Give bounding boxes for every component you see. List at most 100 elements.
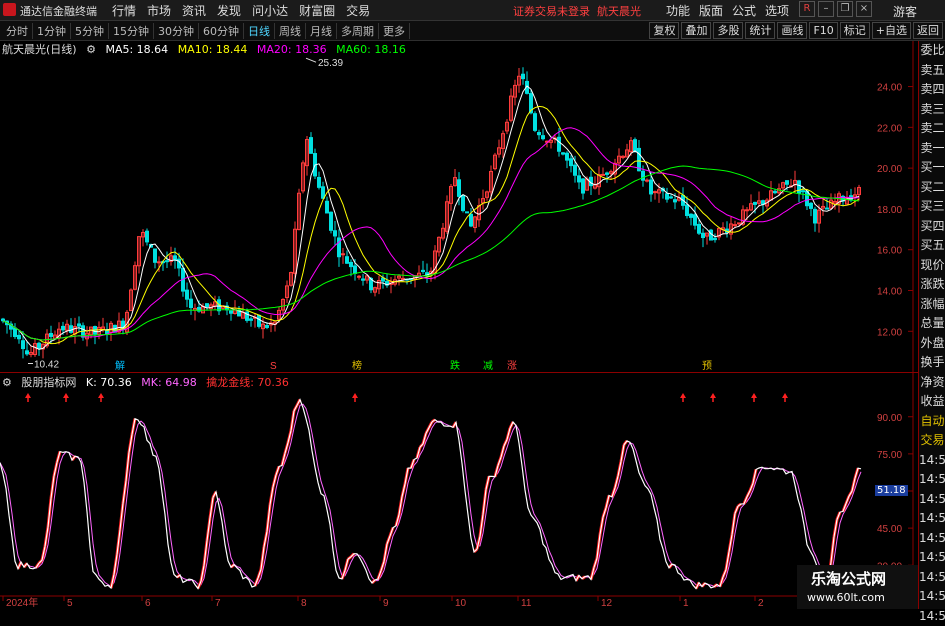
candle [38, 343, 41, 348]
candle [62, 326, 65, 329]
side-panel-item[interactable]: 买五 [919, 236, 945, 256]
side-panel-item[interactable]: 总量 [919, 314, 945, 334]
candle [522, 74, 525, 78]
side-panel-item[interactable]: 自动 [919, 412, 945, 432]
side-panel-item[interactable]: 外盘 [919, 334, 945, 354]
candle [534, 114, 537, 131]
candle [70, 326, 73, 333]
date-axis-label: 9 [383, 598, 389, 609]
side-panel-item[interactable]: 14:5 [919, 490, 945, 510]
candle [326, 201, 329, 213]
side-panel-item[interactable]: 卖四 [919, 80, 945, 100]
side-panel-item[interactable]: 委比 [919, 41, 945, 61]
mk-line [0, 404, 861, 586]
price-axis-label: 16.00 [877, 246, 902, 257]
candle [358, 276, 361, 277]
candle [26, 351, 29, 354]
price-axis-label: 18.00 [877, 205, 902, 216]
date-axis-label: 5 [67, 598, 73, 609]
candle [266, 326, 269, 328]
date-axis-label: 7 [215, 598, 221, 609]
price-axis-label: 14.00 [877, 287, 902, 298]
candle [806, 191, 809, 205]
candle [322, 187, 325, 198]
ma60-line [3, 166, 859, 340]
candle [582, 179, 585, 193]
side-panel-item[interactable]: 14:5 [919, 451, 945, 471]
buy-arrow-head-icon [98, 393, 104, 398]
candle [670, 197, 673, 198]
side-panel-item[interactable]: 卖二 [919, 119, 945, 139]
side-panel-item[interactable]: 买四 [919, 217, 945, 237]
candle [186, 290, 189, 299]
candle [634, 140, 637, 152]
side-panel-item[interactable]: 14:5 [919, 607, 945, 626]
candle [310, 138, 313, 154]
side-panel-item[interactable]: 14:5 [919, 568, 945, 588]
high-price-label: 25.39 [318, 58, 343, 69]
side-panel-item[interactable]: 现价 [919, 256, 945, 276]
event-tag: 解 [115, 359, 125, 372]
candle [654, 192, 657, 193]
side-panel-item[interactable]: 14:5 [919, 529, 945, 549]
side-panel-item[interactable]: 净资 [919, 373, 945, 393]
candle [606, 173, 609, 174]
candle [158, 262, 161, 263]
candle [562, 153, 565, 154]
side-panel-item[interactable]: 交易 [919, 431, 945, 451]
side-panel-item[interactable]: 14:5 [919, 548, 945, 568]
candle [2, 319, 5, 321]
side-panel-item[interactable]: 涨跌 [919, 275, 945, 295]
side-panel-item[interactable]: 卖三 [919, 100, 945, 120]
side-panel-item[interactable]: 14:5 [919, 587, 945, 607]
candle [18, 335, 21, 338]
side-panel-item[interactable]: 收益 [919, 392, 945, 412]
candle [698, 224, 701, 233]
side-panel-item[interactable]: 卖一 [919, 139, 945, 159]
candle [702, 233, 705, 237]
event-tag: 榜 [352, 359, 362, 372]
candle [826, 208, 829, 209]
side-panel-item[interactable]: 卖五 [919, 61, 945, 81]
candle [642, 171, 645, 180]
event-tag: 减 [483, 360, 493, 372]
candle [690, 214, 693, 217]
candle [666, 194, 669, 199]
candle [22, 341, 25, 349]
side-panel-item[interactable]: 买二 [919, 178, 945, 198]
side-panel-item[interactable]: 买三 [919, 197, 945, 217]
chart-canvas[interactable]: 24.0022.0020.0018.0016.0014.0012.0090.00… [0, 0, 918, 609]
candle [646, 180, 649, 181]
candle [50, 333, 53, 336]
buy-arrow-head-icon [782, 393, 788, 398]
price-axis-label: 12.00 [877, 327, 902, 338]
side-panel-item[interactable]: 14:5 [919, 470, 945, 490]
indicator-axis-label: 75.00 [877, 450, 902, 461]
date-axis-label: 2024年 [6, 596, 38, 609]
candle [738, 223, 741, 224]
side-panel-item[interactable]: 换手 [919, 353, 945, 373]
candle [330, 212, 333, 230]
candle [318, 177, 321, 187]
candle [570, 159, 573, 166]
candle [350, 262, 353, 266]
candle [354, 266, 357, 273]
indicator-value-tag: 51.18 [875, 485, 908, 496]
high-pointer [306, 58, 316, 62]
candle [574, 165, 577, 175]
candle [362, 279, 365, 280]
side-panel-item[interactable]: 买一 [919, 158, 945, 178]
buy-arrow-head-icon [680, 393, 686, 398]
candle [602, 174, 605, 175]
candle [166, 261, 169, 262]
candle [538, 133, 541, 135]
buy-arrow-head-icon [751, 393, 757, 398]
watermark: 乐淘公式网 www.60lt.com [797, 565, 918, 609]
candle [466, 212, 469, 213]
indicator-axis-label: 90.00 [877, 413, 902, 424]
candle [542, 136, 545, 139]
side-panel-item[interactable]: 14:5 [919, 509, 945, 529]
buy-arrow-head-icon [63, 393, 69, 398]
side-panel-item[interactable]: 涨幅 [919, 295, 945, 315]
date-axis-label: 8 [301, 598, 307, 609]
